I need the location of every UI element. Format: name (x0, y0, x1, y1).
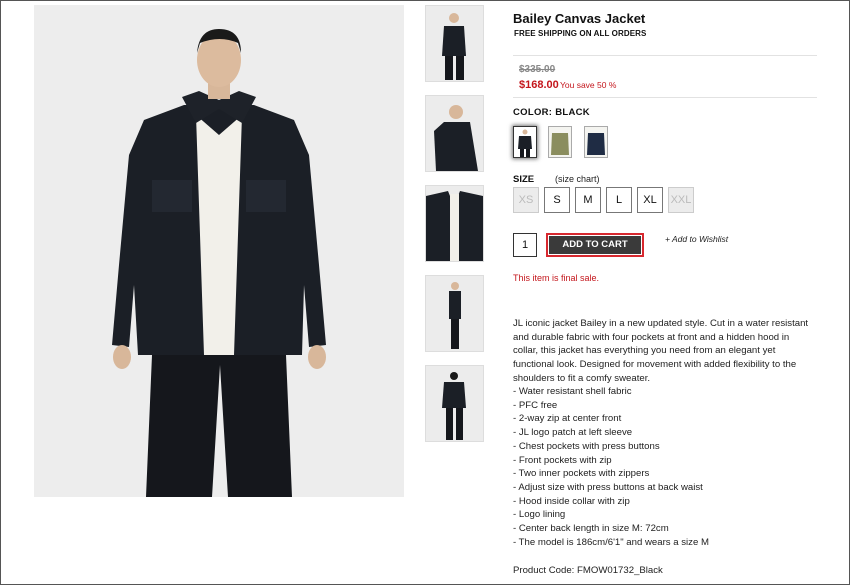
description-line: shoulders to fit a comfy sweater. (513, 372, 651, 384)
thumbnail-front[interactable] (425, 5, 484, 82)
savings-text: You save 50 % (560, 80, 617, 90)
size-xs-button[interactable]: XS (513, 187, 539, 213)
color-swatch-navy[interactable] (584, 126, 608, 158)
size-xxl-button[interactable]: XXL (668, 187, 694, 213)
product-code-value: FMOW01732_Black (577, 565, 663, 576)
divider (513, 97, 817, 98)
product-description: JL iconic jacket Bailey in a new updated… (513, 317, 817, 386)
description-line: JL iconic jacket Bailey in a new updated… (513, 318, 809, 329)
feature-item: - JL logo patch at left sleeve (513, 427, 633, 439)
size-s-button[interactable]: S (544, 187, 570, 213)
product-code-line: Product Code: FMOW01732_Black (513, 565, 663, 576)
feature-item: - Two inner pockets with zippers (513, 468, 650, 480)
color-swatch-olive[interactable] (548, 126, 572, 158)
product-title: Bailey Canvas Jacket (513, 11, 646, 26)
description-line: and durable fabric with four pockets at … (513, 331, 790, 343)
thumbnail-detail[interactable] (425, 185, 484, 262)
divider (513, 55, 817, 56)
feature-item: - Adjust size with press buttons at back… (513, 481, 703, 493)
color-swatch-black[interactable] (513, 126, 537, 158)
original-price: $335.00 (519, 64, 556, 75)
size-chart-link[interactable]: (size chart) (555, 174, 600, 184)
shipping-note: FREE SHIPPING ON ALL ORDERS (514, 29, 647, 38)
feature-item: - Chest pockets with press buttons (513, 440, 660, 452)
feature-item: - Center back length in size M: 72cm (513, 523, 669, 535)
feature-item: - PFC free (513, 399, 558, 411)
sale-price: $168.00 (519, 79, 559, 91)
size-l-button[interactable]: L (606, 187, 632, 213)
add-to-cart-button[interactable]: ADD TO CART (549, 236, 641, 254)
feature-item: - Front pockets with zip (513, 454, 612, 466)
size-xl-button[interactable]: XL (637, 187, 663, 213)
thumbnail-back[interactable] (425, 365, 484, 442)
product-code-label: Product Code: (513, 565, 575, 576)
thumbnail-side-profile[interactable] (425, 275, 484, 352)
final-sale-notice: This item is final sale. (513, 273, 600, 283)
description-line: collar, this jacket has everything you n… (513, 345, 776, 357)
feature-item: - Hood inside collar with zip (513, 495, 630, 507)
feature-item: - Water resistant shell fabric (513, 386, 632, 397)
size-m-button[interactable]: M (575, 187, 601, 213)
feature-item: - Logo lining (513, 509, 566, 521)
main-product-image[interactable] (34, 5, 404, 497)
feature-item: - 2-way zip at center front (513, 413, 622, 425)
description-line: functional look. Designed for movement w… (513, 359, 797, 371)
color-label: COLOR: BLACK (513, 107, 590, 118)
thumbnail-hood-side[interactable] (425, 95, 484, 172)
size-label: SIZE (513, 174, 535, 185)
feature-item: - The model is 186cm/6'1" and wears a si… (513, 536, 709, 548)
add-to-wishlist-link[interactable]: + Add to Wishlist (665, 234, 728, 244)
quantity-input[interactable]: 1 (513, 233, 537, 257)
feature-list: - Water resistant shell fabric - PFC fre… (513, 385, 709, 549)
